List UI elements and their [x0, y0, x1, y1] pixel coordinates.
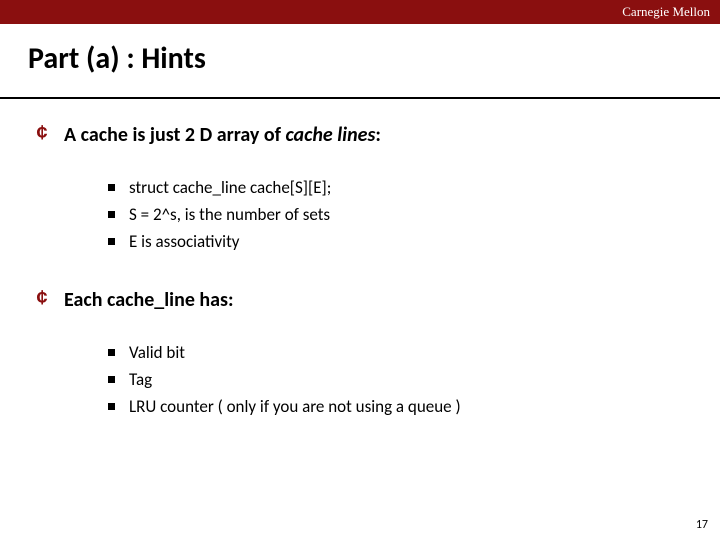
section-0: ¢ A cache is just 2 D array of cache lin… — [36, 123, 684, 147]
section-heading: A cache is just 2 D array of cache lines… — [64, 123, 381, 147]
item-text: Valid bit — [129, 342, 185, 363]
list-item: LRU counter ( only if you are not using … — [108, 396, 684, 417]
header-bar: Carnegie Mellon — [0, 0, 720, 24]
list-item: E is associativity — [108, 231, 684, 252]
slide-content: ¢ A cache is just 2 D array of cache lin… — [0, 99, 720, 417]
square-bullet-icon — [108, 238, 115, 245]
list-item: Tag — [108, 369, 684, 390]
item-text: struct cache_line cache[S][E]; — [129, 177, 331, 198]
square-bullet-icon — [108, 184, 115, 191]
section-1-items: Valid bit Tag LRU counter ( only if you … — [36, 342, 684, 417]
section-1: ¢ Each cache_line has: — [36, 288, 684, 312]
square-bullet-icon — [108, 376, 115, 383]
circle-bullet-icon: ¢ — [36, 289, 48, 311]
item-text: Tag — [129, 369, 152, 390]
square-bullet-icon — [108, 349, 115, 356]
list-item: S = 2^s, is the number of sets — [108, 204, 684, 225]
item-text: LRU counter ( only if you are not using … — [129, 396, 461, 417]
item-text: E is associativity — [129, 231, 239, 252]
section-heading: Each cache_line has: — [64, 288, 234, 312]
page-number: 17 — [696, 518, 708, 532]
item-text: S = 2^s, is the number of sets — [129, 204, 330, 225]
list-item: struct cache_line cache[S][E]; — [108, 177, 684, 198]
slide-title: Part (a) : Hints — [0, 24, 720, 99]
square-bullet-icon — [108, 403, 115, 410]
square-bullet-icon — [108, 211, 115, 218]
list-item: Valid bit — [108, 342, 684, 363]
circle-bullet-icon: ¢ — [36, 124, 48, 146]
section-0-items: struct cache_line cache[S][E]; S = 2^s, … — [36, 177, 684, 252]
header-org: Carnegie Mellon — [622, 4, 710, 20]
